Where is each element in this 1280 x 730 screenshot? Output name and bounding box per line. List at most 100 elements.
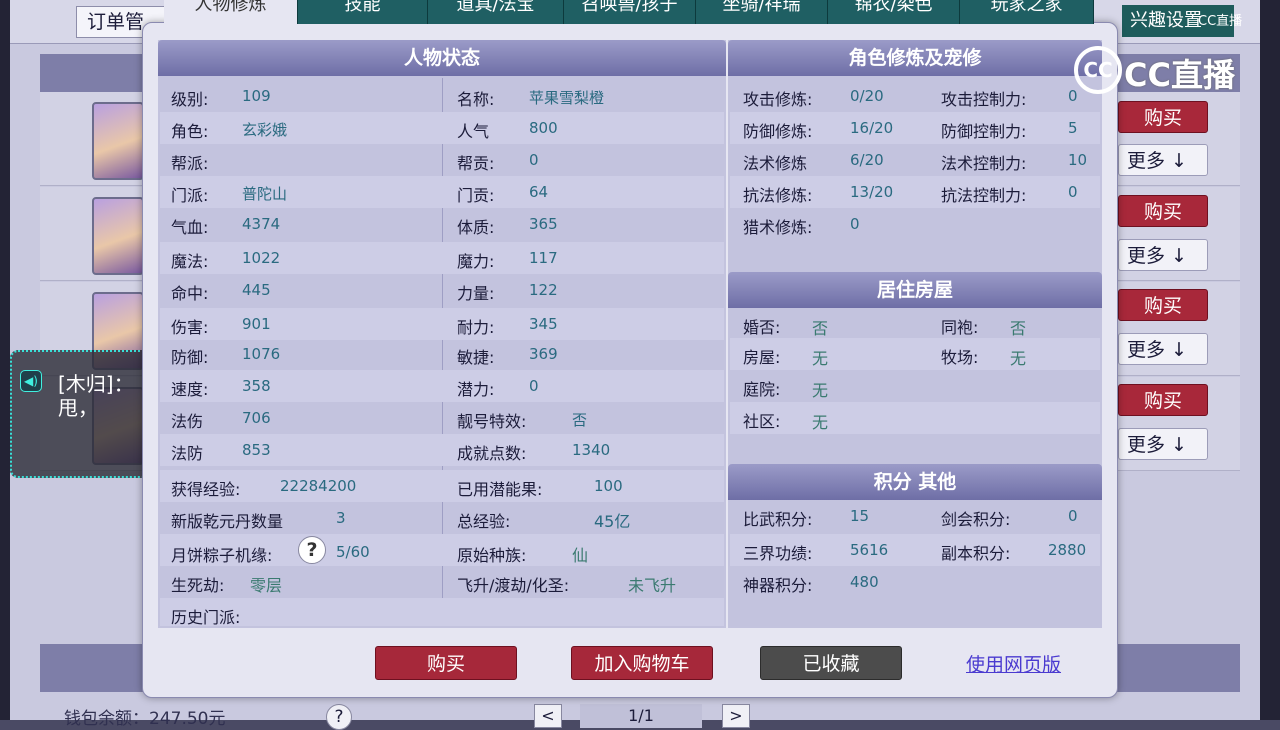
qianyuan-value: 3: [336, 509, 346, 527]
buy-button[interactable]: 购买: [375, 646, 517, 680]
cultivation-value: 0: [850, 215, 860, 233]
cc-live-small-watermark: CC直播: [1198, 14, 1243, 29]
left-edge: [0, 0, 10, 720]
listing-more-button[interactable]: 更多 ↓: [1118, 239, 1208, 271]
tab-player-home[interactable]: 玩家之家: [960, 0, 1094, 24]
stat-value: 否: [572, 411, 588, 429]
pager-indicator: 1/1: [580, 704, 702, 728]
dialog-tabbar: 人物修炼 技能 道具/法宝 召唤兽/孩子 坐骑/祥瑞 锦衣/染色 玩家之家: [150, 0, 1096, 24]
stat-value: 109: [242, 87, 271, 105]
stat-label: 级别:: [171, 90, 209, 109]
stat-label: 速度:: [171, 380, 209, 399]
listing-buy-button[interactable]: 购买: [1118, 384, 1208, 416]
cultivation-value: 6/20: [850, 151, 884, 169]
qianyuan-label: 新版乾元丹数量: [171, 512, 284, 531]
cultivation-value: 16/20: [850, 119, 894, 137]
stat-label: 帮贡:: [457, 154, 495, 173]
listing-buy-button[interactable]: 购买: [1118, 289, 1208, 321]
stat-label: 气血:: [171, 218, 209, 237]
race-label: 原始种族:: [457, 546, 527, 565]
total-exp-label: 总经验:: [457, 512, 511, 531]
add-to-cart-button[interactable]: 加入购物车: [571, 646, 713, 680]
cultivation-label: 防御控制力:: [941, 122, 1027, 141]
tab-outfits[interactable]: 锦衣/染色: [828, 0, 960, 24]
cultivation-value: 13/20: [850, 183, 894, 201]
mooncake-value: 5/60: [336, 543, 370, 561]
used-fruit-label: 已用潜能果:: [457, 480, 543, 499]
character-avatar[interactable]: [92, 197, 144, 275]
wallet-balance: 钱包余额：247.50元: [64, 709, 226, 729]
mooncake-label: 月饼粽子机缘:: [171, 546, 273, 565]
cultivation-label: 攻击修炼:: [743, 90, 813, 109]
tab-items[interactable]: 道具/法宝: [428, 0, 564, 24]
favorited-button[interactable]: 已收藏: [760, 646, 902, 680]
stat-value: 706: [242, 409, 271, 427]
stat-value: 445: [242, 281, 271, 299]
stat-label: 魔法:: [171, 252, 209, 271]
arrow-down-icon: ↓: [1171, 245, 1187, 267]
arrow-down-icon: ↓: [1171, 434, 1187, 456]
more-label: 更多: [1127, 150, 1166, 172]
character-avatar[interactable]: [92, 102, 144, 180]
life-trial-value: 零层: [250, 576, 283, 595]
tab-skills[interactable]: 技能: [298, 0, 428, 24]
stat-label: 伤害:: [171, 318, 209, 337]
cultivation-label: 法术修炼: [743, 154, 808, 173]
cultivation-label: 抗法修炼:: [743, 186, 813, 205]
stat-value: 苹果雪梨橙: [529, 89, 605, 107]
stat-value: 369: [529, 345, 558, 363]
housing-value: 无: [812, 381, 829, 400]
arrow-down-icon: ↓: [1171, 150, 1187, 172]
stat-label: 帮派:: [171, 154, 209, 173]
arrow-down-icon: ↓: [1171, 339, 1187, 361]
stat-label: 名称:: [457, 90, 495, 109]
used-fruit-value: 100: [594, 477, 623, 495]
listing-more-button[interactable]: 更多 ↓: [1118, 144, 1208, 176]
housing-value: 无: [812, 349, 829, 368]
stat-label: 门贡:: [457, 186, 495, 205]
cultivation-title: 角色修炼及宠修: [728, 40, 1102, 76]
cultivation-label: 法术控制力:: [941, 154, 1027, 173]
cultivation-label: 猎术修炼:: [743, 218, 813, 237]
web-version-link[interactable]: 使用网页版: [966, 650, 1061, 677]
listing-buy-button[interactable]: 购买: [1118, 195, 1208, 227]
stat-value: 1076: [242, 345, 281, 363]
help-icon[interactable]: ?: [326, 704, 352, 730]
housing-label: 庭院:: [743, 380, 781, 399]
more-label: 更多: [1127, 339, 1166, 361]
housing-label: 房屋:: [743, 348, 781, 367]
listing-buy-button[interactable]: 购买: [1118, 101, 1208, 133]
stat-label: 命中:: [171, 284, 209, 303]
pager-prev-button[interactable]: <: [534, 704, 562, 728]
cultivation-value: 5: [1068, 119, 1078, 137]
listing-more-button[interactable]: 更多 ↓: [1118, 428, 1208, 460]
cultivation-value: 0: [1068, 183, 1078, 201]
cultivation-value: 0: [1068, 87, 1078, 105]
tab-character-cultivation[interactable]: 人物修炼: [164, 0, 298, 24]
housing-title: 居住房屋: [728, 272, 1102, 308]
ascension-label: 飞升/渡劫/化圣:: [457, 576, 570, 595]
tab-summons[interactable]: 召唤兽/孩子: [564, 0, 696, 24]
stat-value: 玄彩娥: [242, 121, 288, 139]
points-label: 副本积分:: [941, 544, 1011, 563]
race-value: 仙: [572, 546, 589, 565]
stat-label: 敏捷:: [457, 348, 495, 367]
row-stripe: [730, 402, 1100, 434]
housing-label: 社区:: [743, 412, 781, 431]
stat-value: 122: [529, 281, 558, 299]
listing-more-button[interactable]: 更多 ↓: [1118, 333, 1208, 365]
tab-mounts[interactable]: 坐骑/祥瑞: [696, 0, 828, 24]
housing-value: 否: [1010, 319, 1027, 338]
cultivation-label: 抗法控制力:: [941, 186, 1027, 205]
points-value: 2880: [1048, 541, 1087, 559]
stat-label: 耐力:: [457, 318, 495, 337]
exp-label: 获得经验:: [171, 480, 241, 499]
life-trial-label: 生死劫:: [171, 576, 225, 595]
chat-message: 甩，: [58, 396, 98, 420]
ascension-value: 未飞升: [628, 576, 677, 595]
stat-value: 0: [529, 377, 539, 395]
stat-label: 力量:: [457, 284, 495, 303]
pager-next-button[interactable]: >: [722, 704, 750, 728]
speaker-icon[interactable]: ◀): [20, 370, 42, 392]
help-icon[interactable]: ?: [298, 536, 326, 564]
